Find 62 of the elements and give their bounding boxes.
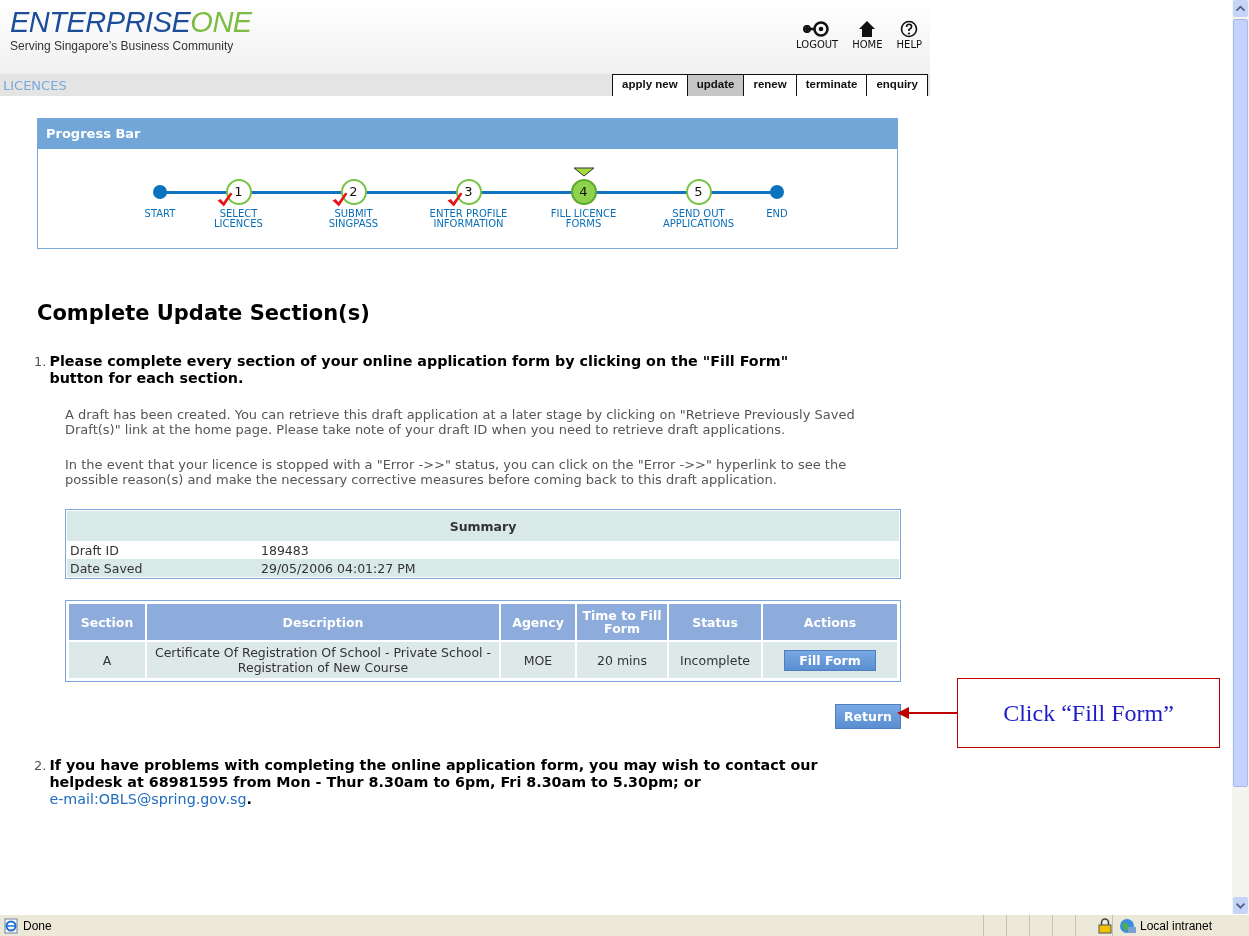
step-label: FILL LICENCE FORMS [550, 209, 617, 229]
instruction-text: If you have problems with completing the online application form, you may wish to contact our helpdesk at 68981595 from Mon - Thur 8.30am to 6pm, Fri 8.30am to 5.30pm; or e-mail:OBLS@spring.gov.sg. [49, 757, 819, 808]
page-heading: Complete Update Section(s) [37, 301, 371, 325]
nav-tab[interactable]: apply new [612, 74, 687, 96]
globe-icon [1119, 918, 1137, 934]
logo: ENTERPRISEONE [10, 6, 252, 38]
pointer-arrow [897, 706, 959, 720]
table-cell: 29/05/2006 04:01:27 PM [258, 559, 899, 577]
column-header: Actions [762, 603, 898, 641]
column-header: Agency [500, 603, 576, 641]
scroll-down-icon[interactable] [1233, 897, 1248, 914]
help-link[interactable]: HELP [896, 20, 922, 50]
checkmark-icon [446, 192, 463, 207]
panel-title: Progress Bar [38, 119, 897, 149]
table-cell: Incomplete [668, 641, 762, 679]
table-cell: Date Saved [67, 559, 258, 577]
nav-tab[interactable]: enquiry [866, 74, 927, 96]
scrollbar-thumb[interactable] [1233, 19, 1248, 787]
checkmark-icon [331, 192, 348, 207]
column-header: Status [668, 603, 762, 641]
column-header: Description [146, 603, 500, 641]
nav-tab[interactable]: terminate [795, 74, 867, 96]
scrollbar[interactable] [1232, 0, 1249, 914]
logout-icon [803, 20, 832, 38]
table-cell: 20 mins [576, 641, 668, 679]
table-cell: MOE [500, 641, 576, 679]
current-step-icon [572, 167, 595, 177]
home-link[interactable]: HOME [852, 20, 883, 50]
home-icon [858, 20, 877, 38]
table-title: Summary [67, 511, 899, 541]
logout-link[interactable]: LOGOUT [796, 20, 839, 50]
note-text: A draft has been created. You can retrieve this draft application at a later stage by clicking on "Retrieve Previously Saved Draft(s)" link at the home page. Please take note of your draft ID when you need to retrieve draft applications. [65, 407, 856, 437]
step-label: ENTER PROFILE INFORMATION [429, 209, 508, 229]
zone-text: Local intranet [1140, 919, 1213, 933]
tagline: Serving Singapore’s Business Community [10, 39, 235, 53]
step-label: SEND OUT APPLICATIONS [662, 209, 735, 229]
nav-tab[interactable]: renew [743, 74, 796, 96]
table-cell-text: 189483 [260, 541, 310, 559]
lock-icon [1098, 918, 1112, 934]
step-number: 5 [685, 179, 712, 205]
note-text: In the event that your licence is stopped with a "Error ->>" status, you can click on the "Error ->>" hyperlink to see the possible reason(s) and make the necessary corrective measures before coming back to this draft application. [65, 457, 848, 487]
step-label: SELECT LICENCES [214, 209, 263, 229]
section-title: LICENCES [2, 77, 67, 95]
instruction-text: Please complete every section of your online application form by clicking on the "Fill Form" button for each section. [49, 353, 790, 387]
step-number: 4 [570, 179, 597, 205]
step-label: START [144, 209, 176, 219]
checkmark-icon [216, 192, 233, 207]
column-header: Section [68, 603, 146, 641]
table-cell: Certificate Of Registration Of School - Private School - Registration of New Course [146, 641, 500, 679]
list-number: 2. [34, 757, 47, 775]
email-link[interactable]: e-mail:OBLS@spring.gov.sg [49, 791, 247, 807]
table-cell-text: Draft ID [69, 541, 120, 559]
table-cell: A [68, 641, 146, 679]
step-label: END [766, 209, 788, 219]
callout-note: Click “Fill Form” [957, 678, 1220, 748]
status-text: Done [23, 919, 52, 933]
nav-tab[interactable]: update [686, 74, 744, 96]
column-header: Time to Fill Form [576, 603, 668, 641]
list-number: 1. [34, 353, 47, 371]
help-icon [900, 20, 919, 38]
scroll-up-icon[interactable] [1233, 0, 1248, 17]
step-label: SUBMIT SINGPASS [328, 209, 379, 229]
